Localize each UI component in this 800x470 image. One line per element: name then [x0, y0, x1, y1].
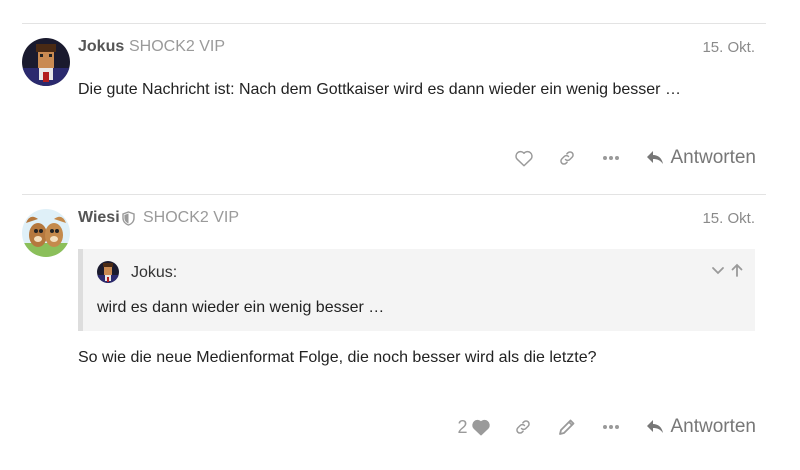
- chevron-down-icon: [712, 267, 724, 275]
- edit-button[interactable]: [556, 418, 578, 436]
- reply-icon: [647, 420, 664, 433]
- go-to-quoted-post-button[interactable]: [731, 263, 743, 282]
- post-date[interactable]: 15. Okt.: [702, 39, 755, 56]
- like-button[interactable]: [513, 149, 535, 167]
- post-body: Die gute Nachricht ist: Nach dem Gottkai…: [78, 81, 681, 98]
- pencil-icon: [559, 419, 575, 435]
- more-actions-button[interactable]: [600, 424, 622, 430]
- ellipsis-icon: [603, 156, 620, 160]
- quote-author[interactable]: Jokus:: [131, 264, 177, 282]
- link-icon: [516, 420, 531, 434]
- ellipsis-icon: [603, 425, 620, 429]
- link-icon: [560, 151, 575, 165]
- heart-icon: [472, 419, 491, 436]
- post-actions: 2 Antworten: [457, 412, 756, 442]
- reply-label: Antworten: [670, 416, 756, 437]
- user-group: SHOCK2 VIP: [143, 209, 240, 226]
- like-button[interactable]: 2: [457, 417, 491, 438]
- post-actions: Antworten: [513, 143, 756, 173]
- quote-block: Jokus: wird es dann wieder ein wenig bes…: [78, 249, 755, 331]
- reply-button[interactable]: Antworten: [646, 416, 756, 438]
- reply-button[interactable]: Antworten: [646, 147, 756, 169]
- post-date[interactable]: 15. Okt.: [702, 210, 755, 227]
- post-divider: [22, 194, 766, 195]
- expand-quote-button[interactable]: [711, 263, 725, 282]
- avatar[interactable]: [22, 209, 70, 257]
- heart-icon: [515, 150, 534, 167]
- quote-text: wird es dann wieder ein wenig besser …: [97, 299, 385, 316]
- user-group: SHOCK2 VIP: [129, 38, 226, 55]
- like-count: 2: [457, 416, 468, 437]
- quote-controls: [711, 263, 743, 282]
- username[interactable]: Jokus: [78, 38, 124, 56]
- copy-link-button[interactable]: [556, 149, 578, 167]
- quote-avatar: [97, 261, 119, 283]
- shield-icon: [122, 210, 135, 228]
- copy-link-button[interactable]: [512, 418, 534, 436]
- reply-label: Antworten: [670, 147, 756, 168]
- top-divider: [22, 23, 766, 24]
- reply-icon: [647, 151, 664, 164]
- post-body: So wie die neue Medienformat Folge, die …: [78, 349, 597, 366]
- avatar[interactable]: [22, 38, 70, 86]
- arrow-up-icon: [731, 263, 743, 277]
- more-actions-button[interactable]: [600, 155, 622, 161]
- username[interactable]: Wiesi: [78, 209, 120, 227]
